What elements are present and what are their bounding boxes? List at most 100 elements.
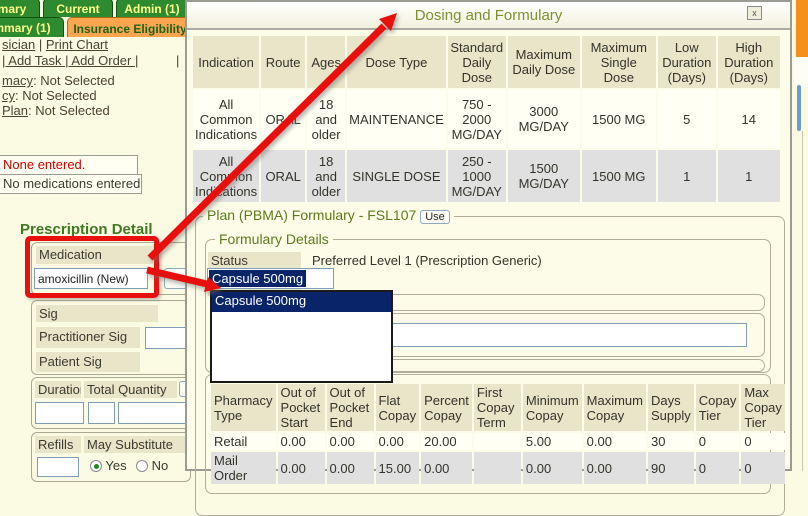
table-cell: 1500 MG [582, 90, 656, 148]
table-cell: All Common Indications [193, 150, 259, 202]
tab-summary-top[interactable]: mary [0, 0, 40, 17]
pharmacy-status-value: : Not Selected [33, 73, 115, 88]
table-cell: Mail Order [211, 452, 276, 484]
table-cell: 0.00 [278, 452, 325, 484]
table-header-row: Pharmacy TypeOut of Pocket StartOut of P… [211, 384, 785, 431]
table-cell: 90 [648, 452, 694, 484]
table-cell: 0.00 [376, 433, 420, 450]
quantity-unit-input[interactable] [118, 402, 188, 424]
tab-insurance-eligibility[interactable]: Insurance Eligibility [67, 17, 193, 37]
column-header: First Copay Term [474, 384, 521, 431]
table-cell: 1 [718, 150, 780, 202]
column-header: Maximum Single Dose [582, 36, 656, 88]
agency-status-value: : Not Selected [15, 88, 97, 103]
formulary-details-legend: Formulary Details [215, 231, 333, 247]
dialog-title: Dosing and Formulary [187, 7, 790, 24]
plan-status-line: Plan: Not Selected [2, 103, 110, 118]
sig-title: Sig [36, 305, 158, 322]
tab-current[interactable]: Current [43, 0, 113, 17]
column-header: Max Copay Tier [741, 384, 785, 431]
dosing-formulary-dialog: Dosing and Formulary x IndicationRouteAg… [185, 0, 792, 471]
agency-link[interactable]: cy [2, 88, 15, 103]
dialog-titlebar: Dosing and Formulary x [187, 2, 790, 30]
plan-formulary-legend-text: Plan (PBMA) Formulary - FSL107 [207, 207, 416, 223]
column-header: Percent Copay [421, 384, 472, 431]
patient-sig-label: Patient Sig [36, 352, 140, 372]
table-cell [474, 433, 521, 450]
plan-formulary-legend: Plan (PBMA) Formulary - FSL107 Use [203, 207, 454, 224]
physician-link[interactable]: sician [2, 37, 35, 52]
page-edge-line [802, 131, 803, 471]
column-header: Standard Daily Dose [448, 36, 506, 88]
may-substitute-label: May Substitute [84, 436, 187, 453]
table-row: All Common IndicationsORAL18 and olderSI… [193, 150, 780, 202]
link-separator: | [35, 37, 46, 52]
dose-form-combobox[interactable]: Capsule 500mg [207, 268, 334, 289]
total-quantity-input[interactable] [88, 402, 115, 424]
use-button[interactable]: Use [420, 210, 450, 224]
screenshot-root: { "background": { "tabs_row1": ["mary", … [0, 0, 808, 471]
column-header: Out of Pocket End [327, 384, 374, 431]
table-cell: 20.00 [421, 433, 472, 450]
table-cell: 0.00 [584, 452, 646, 484]
add-task-add-order-links[interactable]: | Add Task | Add Order | [2, 53, 138, 68]
table-cell: 0.00 [523, 452, 582, 484]
tab-summary[interactable]: mmary (1) [0, 17, 64, 37]
column-header: Flat Copay [376, 384, 420, 431]
table-cell: 14 [718, 90, 780, 148]
table-cell: 0.00 [327, 433, 374, 450]
table-cell: 5.00 [523, 433, 582, 450]
column-header: Dose Type [347, 36, 446, 88]
table-cell: 3000 MG/DAY [508, 90, 580, 148]
table-cell: 1 [658, 150, 716, 202]
background-fragment [794, 57, 808, 87]
table-cell: 18 and older [307, 150, 345, 202]
table-cell: 1500 MG [582, 150, 656, 202]
column-header: Copay Tier [696, 384, 740, 431]
table-cell: 0 [741, 433, 785, 450]
copay-table: Pharmacy TypeOut of Pocket StartOut of P… [209, 382, 787, 486]
column-header: High Duration (Days) [718, 36, 780, 88]
table-row: Mail Order0.000.0015.000.000.000.009000 [211, 452, 785, 484]
table-header-row: IndicationRouteAgesDose TypeStandard Dai… [193, 36, 780, 88]
table-cell: SINGLE DOSE [347, 150, 446, 202]
duration-label: Duration [35, 381, 81, 398]
refills-input[interactable] [37, 457, 79, 477]
dosing-table: IndicationRouteAgesDose TypeStandard Dai… [191, 34, 782, 204]
column-header: Days Supply [648, 384, 694, 431]
no-radio[interactable] [136, 460, 148, 472]
column-header: Low Duration (Days) [658, 36, 716, 88]
practitioner-sig-label: Practitioner Sig [36, 327, 140, 348]
table-cell: 0.00 [421, 452, 472, 484]
print-chart-link[interactable]: Print Chart [46, 37, 108, 52]
pharmacy-link[interactable]: macy [2, 73, 33, 88]
link-line-2-tail: | [176, 53, 179, 68]
yes-radio[interactable] [90, 460, 102, 472]
table-cell: 750 - 2000 MG/DAY [448, 90, 506, 148]
background-tab-fragment [796, 0, 808, 57]
scrollbar-thumb[interactable] [797, 85, 801, 131]
table-cell: MAINTENANCE [347, 90, 446, 148]
table-cell: 1500 MG/DAY [508, 150, 580, 202]
table-cell: 0.00 [278, 433, 325, 450]
duration-input[interactable] [35, 402, 84, 424]
dose-form-dropdown-list: Capsule 500mg [210, 290, 393, 383]
column-header: Pharmacy Type [211, 384, 276, 431]
close-icon[interactable]: x [747, 6, 762, 20]
tab-admin[interactable]: Admin (1) [116, 0, 188, 17]
column-header: Indication [193, 36, 259, 88]
annotation-highlight-box [25, 236, 159, 298]
column-header: Minimum Copay [523, 384, 582, 431]
link-line-2: | Add Task | Add Order | [2, 53, 138, 68]
column-header: Out of Pocket Start [278, 384, 325, 431]
dropdown-item-capsule-500mg[interactable]: Capsule 500mg [212, 292, 391, 312]
table-row: Retail0.000.000.0020.005.000.003000 [211, 433, 785, 450]
table-row: All Common IndicationsORAL18 and olderMA… [193, 90, 780, 148]
allergies-alert: None entered. [0, 155, 138, 175]
table-cell: 0 [696, 433, 740, 450]
column-header: Route [261, 36, 305, 88]
plan-link[interactable]: Plan [2, 103, 28, 118]
refills-label: Refills [35, 436, 81, 453]
table-cell: ORAL [261, 150, 305, 202]
table-cell: 5 [658, 90, 716, 148]
